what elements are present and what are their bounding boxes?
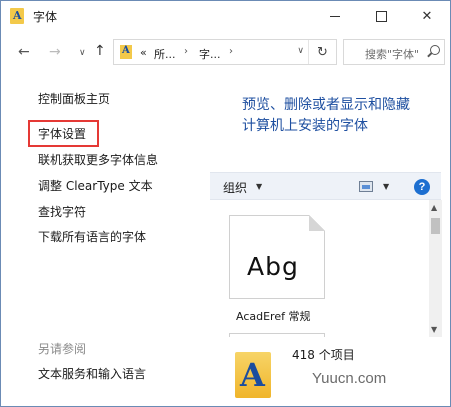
see-also-heading: 另请参阅	[38, 342, 87, 356]
command-bar: 组织 ▼ ▼ ?	[210, 172, 441, 200]
window-title: 字体	[33, 10, 58, 24]
fonts-folder-icon	[120, 45, 132, 59]
control-panel-home-link[interactable]: 控制面板主页	[38, 90, 110, 107]
font-preview-text: Abg	[247, 252, 299, 281]
font-file-thumbnail[interactable]: Abg	[229, 215, 325, 299]
adjust-cleartype-link[interactable]: 调整 ClearType 文本	[38, 177, 153, 194]
organize-dropdown-icon[interactable]: ▼	[256, 182, 262, 191]
vertical-scrollbar[interactable]: ▲ ▼	[429, 200, 442, 337]
search-icon[interactable]	[430, 45, 440, 55]
details-pane: 418 个项目 Yuucn.com	[210, 337, 450, 406]
font-settings-link[interactable]: 字体设置	[38, 125, 86, 142]
font-file-name[interactable]: AcadEref 常规	[236, 308, 310, 324]
address-overflow[interactable]: «	[140, 46, 147, 59]
breadcrumb-all-control-panel[interactable]: 所...	[154, 46, 176, 62]
address-bar[interactable]: « 所... › 字... › ∨ ↻	[113, 39, 337, 65]
fonts-folder-icon	[10, 8, 24, 24]
address-dropdown-icon[interactable]: ∨	[297, 46, 304, 56]
minimize-button[interactable]	[312, 1, 358, 31]
organize-button[interactable]: 组织	[223, 179, 247, 196]
find-character-link[interactable]: 查找字符	[38, 203, 86, 220]
download-all-fonts-link[interactable]: 下载所有语言的字体	[38, 228, 146, 245]
view-dropdown-icon[interactable]: ▼	[383, 182, 389, 191]
fonts-folder-icon	[235, 352, 271, 398]
search-box[interactable]: 搜索"字体"	[343, 39, 445, 65]
recent-locations-chevron-icon[interactable]: ∨	[79, 48, 86, 58]
scroll-down-icon[interactable]: ▼	[431, 325, 437, 334]
scroll-up-icon[interactable]: ▲	[431, 203, 437, 212]
navigation-bar: ← → ∨ ↑ « 所... › 字... › ∨ ↻ 搜索"字体"	[1, 31, 450, 73]
help-icon[interactable]: ?	[414, 179, 430, 195]
refresh-icon[interactable]: ↻	[308, 40, 336, 64]
item-count: 418 个项目	[292, 348, 355, 362]
fonts-window: 字体 ← → ∨ ↑ « 所... › 字... › ∨ ↻ 搜索"字体" 控制…	[0, 0, 451, 407]
breadcrumb-fonts[interactable]: 字...	[199, 46, 221, 62]
maximize-button[interactable]	[358, 1, 404, 31]
left-panel: 控制面板主页 字体设置 联机获取更多字体信息 调整 ClearType 文本 查…	[1, 73, 209, 406]
forward-arrow-icon[interactable]: →	[49, 44, 61, 60]
breadcrumb-separator-icon[interactable]: ›	[184, 46, 188, 57]
close-button[interactable]	[404, 1, 450, 31]
up-arrow-icon[interactable]: ↑	[94, 43, 106, 59]
watermark: Yuucn.com	[312, 370, 387, 387]
title-bar[interactable]: 字体	[1, 1, 450, 31]
text-services-link[interactable]: 文本服务和输入语言	[38, 365, 146, 382]
change-view-icon[interactable]	[359, 181, 373, 192]
scroll-thumb[interactable]	[431, 218, 440, 234]
online-font-info-link[interactable]: 联机获取更多字体信息	[38, 151, 158, 168]
back-arrow-icon[interactable]: ←	[18, 44, 30, 60]
search-placeholder: 搜索"字体"	[365, 48, 420, 61]
file-list: Abg AcadEref 常规	[210, 200, 441, 339]
page-heading: 预览、删除或者显示和隐藏计算机上安装的字体	[242, 97, 410, 134]
breadcrumb-separator-icon[interactable]: ›	[229, 46, 233, 57]
